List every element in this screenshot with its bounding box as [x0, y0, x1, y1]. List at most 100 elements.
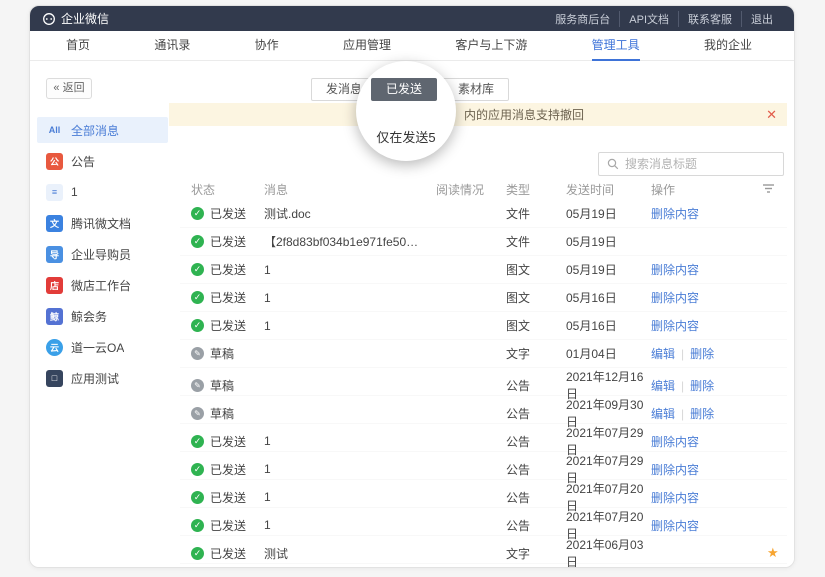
message-cell: 1 [264, 518, 436, 532]
action-link[interactable]: 删除内容 [651, 319, 699, 333]
sidebar-item[interactable]: All 全部消息 [37, 117, 168, 143]
sidebar-item[interactable]: 公 公告 [37, 148, 168, 174]
sidebar-item[interactable]: 鲸 鲸会务 [37, 303, 168, 329]
message-table: 状态 消息 阅读情况 类型 发送时间 操作 [180, 178, 787, 564]
table-header: 状态 消息 阅读情况 类型 发送时间 操作 [180, 178, 787, 200]
weidian-workbench-icon: 店 [46, 277, 63, 294]
table-body: 已发送 测试.doc 文件 05月19日 删除内容 ★ [180, 200, 787, 564]
topbar-link[interactable]: 联系客服 [678, 11, 741, 27]
sidebar-item-label: 应用测试 [71, 370, 119, 387]
top-bar: 企业微信 服务商后台 API文档 联系客服 退出 [30, 6, 794, 31]
action-link[interactable]: 编辑 [651, 379, 675, 393]
status-cell: 草稿 [191, 377, 264, 394]
action-link[interactable]: 删除 [690, 379, 714, 393]
nav-item[interactable]: 客户与上下游 [455, 31, 527, 61]
nav-item[interactable]: 管理工具 [592, 31, 640, 61]
status-text: 已发送 [210, 261, 246, 278]
search-input[interactable] [625, 157, 775, 171]
status-cell: 已发送 [191, 205, 264, 222]
star-icon[interactable]: ★ [767, 545, 779, 560]
actions-cell: 删除内容 [651, 317, 767, 334]
header-actions: 操作 [651, 181, 767, 198]
sent-check-icon [191, 319, 204, 332]
actions-cell: 删除内容 [651, 433, 767, 450]
sidebar-item[interactable]: □ 应用测试 [37, 365, 168, 391]
table-row: 已发送 测试 文字 2021年06月03日 ★ [180, 536, 787, 564]
status-cell: 草稿 [191, 345, 264, 362]
cloud-oa-icon: 云 [46, 339, 63, 356]
message-cell: 测试 [264, 545, 436, 562]
app-window: 企业微信 服务商后台 API文档 联系客服 退出 首页 通讯录 协作 应用管理 … [29, 5, 795, 568]
search-icon [607, 158, 619, 170]
sidebar-item-label: 鲸会务 [71, 308, 107, 325]
nav-item[interactable]: 协作 [255, 31, 279, 61]
header-message: 消息 [264, 181, 436, 198]
header-status: 状态 [191, 181, 264, 198]
send-time-cell: 05月19日 [566, 233, 651, 250]
sent-check-icon [191, 435, 204, 448]
action-link[interactable]: 编辑 [651, 347, 675, 361]
action-link[interactable]: 删除内容 [651, 519, 699, 533]
type-cell: 图文 [506, 261, 566, 278]
sent-check-icon [191, 463, 204, 476]
action-link[interactable]: 删除内容 [651, 207, 699, 221]
type-cell: 公告 [506, 489, 566, 506]
send-time-cell: 2021年06月03日 [566, 536, 651, 568]
action-link[interactable]: 删除内容 [651, 463, 699, 477]
type-cell: 图文 [506, 289, 566, 306]
table-row: 已发送 测试.doc 文件 05月19日 删除内容 ★ [180, 200, 787, 228]
sidebar-item[interactable]: 导 企业导购员 [37, 241, 168, 267]
sent-check-icon [191, 235, 204, 248]
all-messages-icon: All [46, 122, 63, 139]
status-cell: 已发送 [191, 233, 264, 250]
sidebar-item[interactable]: 店 微店工作台 [37, 272, 168, 298]
actions-cell: 删除内容 [651, 517, 767, 534]
filter-icon[interactable] [762, 183, 775, 197]
tencent-docs-icon: 文 [46, 215, 63, 232]
star-cell: ★ [767, 545, 792, 561]
close-icon[interactable]: ✕ [766, 108, 777, 121]
type-cell: 公告 [506, 405, 566, 422]
draft-icon [191, 407, 204, 420]
sidebar-item-label: 腾讯微文档 [71, 215, 131, 232]
status-text: 已发送 [210, 289, 246, 306]
sidebar-item-label: 微店工作台 [71, 277, 131, 294]
nav-item[interactable]: 应用管理 [343, 31, 391, 61]
action-link[interactable]: 删除内容 [651, 491, 699, 505]
message-cell: 1 [264, 319, 436, 333]
status-text: 草稿 [210, 345, 234, 362]
action-separator: | [681, 347, 684, 361]
back-button[interactable]: « 返回 [46, 78, 92, 99]
topbar-link[interactable]: 退出 [741, 11, 782, 27]
sidebar-item[interactable]: 云 道一云OA [37, 334, 168, 360]
topbar-links: 服务商后台 API文档 联系客服 退出 [546, 11, 782, 27]
action-link[interactable]: 删除内容 [651, 435, 699, 449]
tab-sent[interactable]: 已发送 [371, 78, 437, 101]
type-cell: 图文 [506, 317, 566, 334]
nav-item[interactable]: 我的企业 [704, 31, 752, 61]
header-type: 类型 [506, 181, 566, 198]
action-link[interactable]: 删除内容 [651, 263, 699, 277]
action-link[interactable]: 删除内容 [651, 291, 699, 305]
type-cell: 文字 [506, 345, 566, 362]
action-link[interactable]: 删除 [690, 407, 714, 421]
status-text: 已发送 [210, 205, 246, 222]
action-link[interactable]: 删除 [690, 347, 714, 361]
action-link[interactable]: 编辑 [651, 407, 675, 421]
nav-item[interactable]: 首页 [66, 31, 90, 61]
topbar-link[interactable]: API文档 [619, 11, 678, 27]
sent-check-icon [191, 207, 204, 220]
sidebar-item[interactable]: ≡ 1 [37, 179, 168, 205]
action-separator: | [681, 379, 684, 393]
status-cell: 已发送 [191, 317, 264, 334]
sent-check-icon [191, 547, 204, 560]
content-area: « 返回 发消息 素材库 内的应用消息支持撤回 ✕ 已发送 仅在发送5 All … [30, 61, 794, 568]
table-row: 已发送 1 公告 2021年07月20日 删除内容 ★ [180, 508, 787, 536]
topbar-link[interactable]: 服务商后台 [546, 11, 619, 27]
nav-item[interactable]: 通讯录 [154, 31, 190, 61]
message-cell: 1 [264, 462, 436, 476]
type-cell: 文件 [506, 205, 566, 222]
sidebar-item[interactable]: 文 腾讯微文档 [37, 210, 168, 236]
main-nav: 首页 通讯录 协作 应用管理 客户与上下游 管理工具 我的企业 [30, 31, 794, 61]
actions-cell: 编辑 | 删除 [651, 377, 767, 394]
